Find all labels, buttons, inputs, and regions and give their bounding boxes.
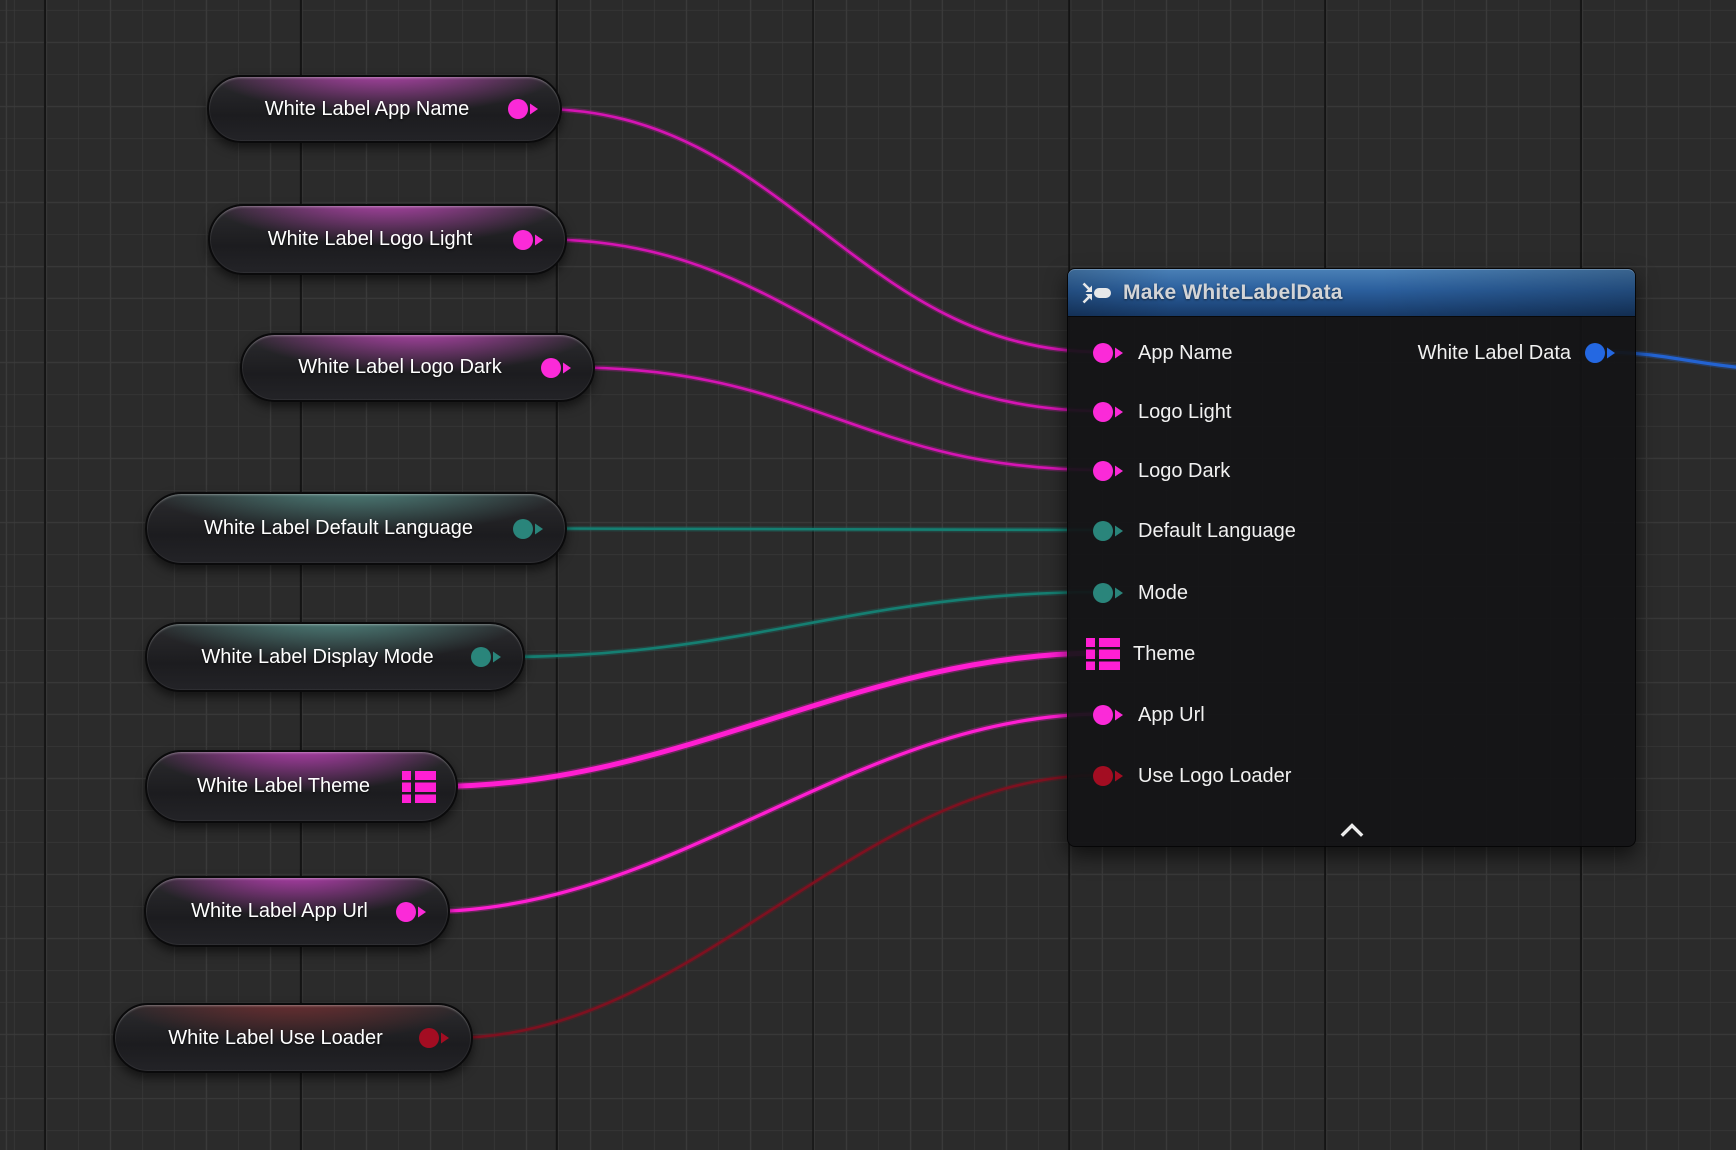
input-pin-label: Default Language: [1138, 520, 1296, 543]
output-pin-white-label-data-icon[interactable]: [1584, 341, 1617, 365]
wire-white-label-display-mode[interactable]: [503, 592, 1102, 657]
white-label-default-language-output-pin-icon[interactable]: [512, 517, 545, 541]
input-pin-label: Use Logo Loader: [1138, 765, 1291, 788]
output-row-white-label-data: White Label Data: [1418, 336, 1617, 370]
input-row-logo-dark: Logo Dark: [1092, 454, 1230, 488]
getter-node-label: White Label Logo Dark: [270, 356, 540, 379]
make-whitelabeldata-node[interactable]: Make WhiteLabelData App Name Logo Light Lo…: [1067, 268, 1636, 847]
input-pin-1-icon[interactable]: [1092, 400, 1125, 424]
input-row-use-logo-loader: Use Logo Loader: [1092, 759, 1291, 793]
white-label-app-name-output-pin-icon[interactable]: [507, 97, 540, 121]
getter-node-label: White Label App Url: [174, 900, 395, 923]
input-row-app-url: App Url: [1092, 698, 1205, 732]
getter-node-white-label-app-url[interactable]: White Label App Url: [144, 876, 450, 947]
input-pin-4-icon[interactable]: [1092, 581, 1125, 605]
getter-node-white-label-default-language[interactable]: White Label Default Language: [145, 492, 567, 565]
input-pin-2-icon[interactable]: [1092, 459, 1125, 483]
wire-white-label-app-url[interactable]: [428, 714, 1102, 912]
getter-node-label: White Label App Name: [237, 98, 507, 121]
chevron-up-icon: [1340, 823, 1364, 837]
white-label-use-loader-output-pin-icon[interactable]: [418, 1026, 451, 1050]
input-row-mode: Mode: [1092, 576, 1188, 610]
wire-white-label-logo-light[interactable]: [545, 240, 1102, 412]
getter-node-label: White Label Display Mode: [175, 646, 470, 669]
wire-white-label-app-name[interactable]: [540, 109, 1102, 352]
wire-white-label-theme[interactable]: [436, 653, 1102, 787]
blueprint-canvas[interactable]: Make WhiteLabelData App Name Logo Light Lo…: [0, 0, 1736, 1150]
wire-white-label-logo-dark[interactable]: [573, 368, 1102, 471]
getter-node-label: White Label Default Language: [175, 517, 512, 540]
make-struct-icon: [1082, 281, 1112, 305]
input-pin-label: Theme: [1133, 643, 1195, 666]
white-label-theme-struct-pin-icon[interactable]: [402, 771, 436, 803]
input-pin-6-icon[interactable]: [1092, 703, 1125, 727]
make-node-title: Make WhiteLabelData: [1123, 281, 1343, 305]
getter-node-white-label-display-mode[interactable]: White Label Display Mode: [145, 622, 525, 692]
getter-node-white-label-app-name[interactable]: White Label App Name: [207, 75, 562, 143]
white-label-display-mode-output-pin-icon[interactable]: [470, 645, 503, 669]
input-pin-label: Logo Light: [1138, 401, 1231, 424]
input-pin-label: App Url: [1138, 704, 1205, 727]
getter-node-label: White Label Use Loader: [143, 1027, 418, 1050]
input-pin-3-icon[interactable]: [1092, 519, 1125, 543]
getter-node-white-label-logo-dark[interactable]: White Label Logo Dark: [240, 333, 595, 402]
output-pin-label: White Label Data: [1418, 342, 1571, 365]
input-row-theme: Theme: [1086, 637, 1195, 671]
input-pin-theme-struct-icon[interactable]: [1086, 638, 1120, 670]
white-label-app-url-output-pin-icon[interactable]: [395, 900, 428, 924]
getter-node-label: White Label Logo Light: [238, 228, 512, 251]
input-pin-label: Mode: [1138, 582, 1188, 605]
white-label-logo-dark-output-pin-icon[interactable]: [540, 356, 573, 380]
input-row-default-language: Default Language: [1092, 514, 1296, 548]
white-label-logo-light-output-pin-icon[interactable]: [512, 228, 545, 252]
getter-node-label: White Label Theme: [175, 775, 402, 798]
input-pin-label: App Name: [1138, 342, 1233, 365]
input-row-app-name: App Name: [1092, 336, 1233, 370]
make-node-header: Make WhiteLabelData: [1068, 269, 1635, 316]
collapse-pins-button[interactable]: [1330, 820, 1374, 840]
wire-white-label-default-language[interactable]: [545, 529, 1102, 531]
getter-node-white-label-use-loader[interactable]: White Label Use Loader: [113, 1003, 473, 1073]
getter-node-white-label-theme[interactable]: White Label Theme: [145, 750, 458, 823]
input-pin-0-icon[interactable]: [1092, 341, 1125, 365]
input-row-logo-light: Logo Light: [1092, 395, 1231, 429]
getter-node-white-label-logo-light[interactable]: White Label Logo Light: [208, 204, 567, 275]
wire-white-label-use-loader[interactable]: [451, 775, 1102, 1038]
input-pin-label: Logo Dark: [1138, 460, 1230, 483]
input-pin-7-icon[interactable]: [1092, 764, 1125, 788]
